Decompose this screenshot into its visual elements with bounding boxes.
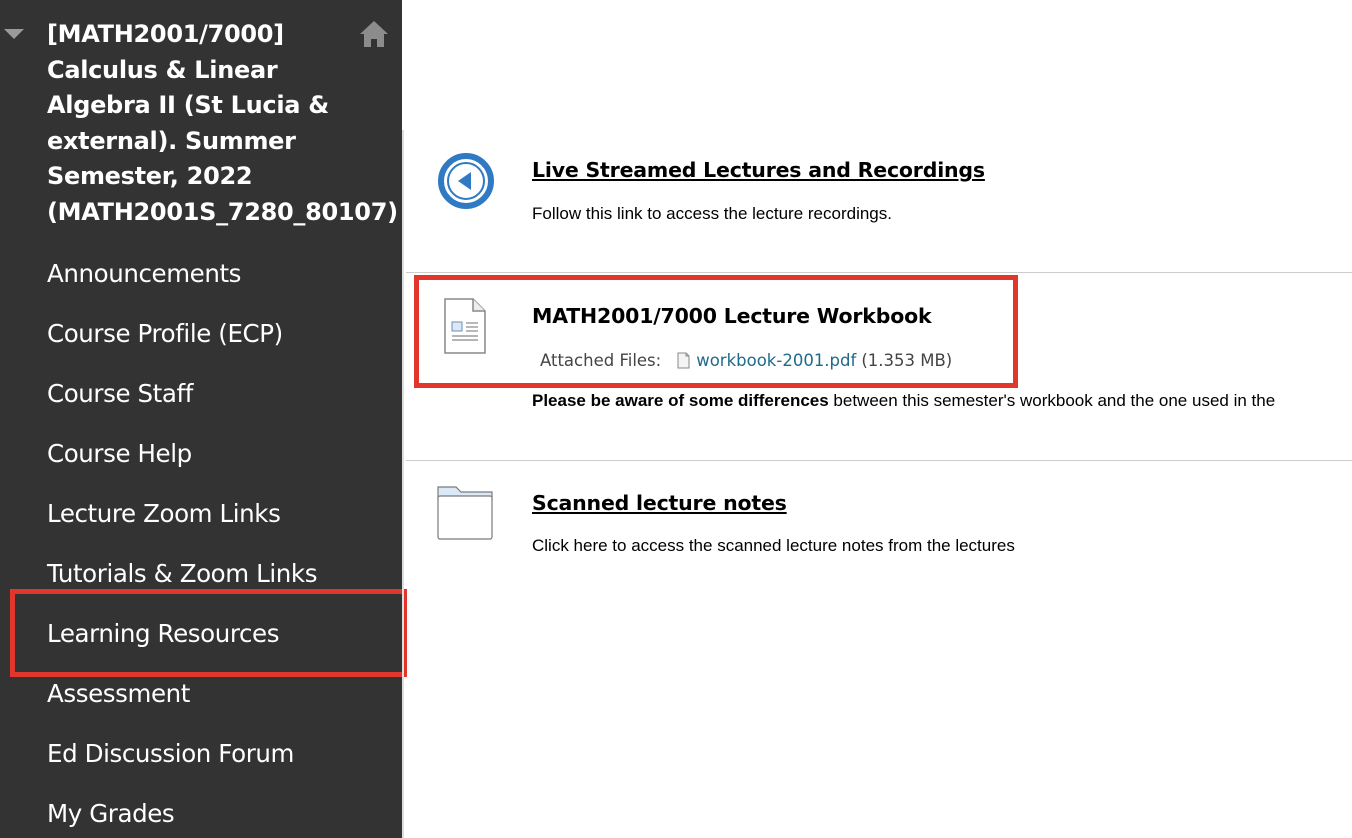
link-arrow-icon: [438, 153, 494, 209]
content-border: [402, 130, 404, 838]
file-size: (1.353 MB): [861, 351, 953, 370]
scanned-notes-link[interactable]: Scanned lecture notes: [532, 491, 787, 515]
menu-item-course-staff[interactable]: Course Staff: [0, 363, 402, 423]
workbook-title: MATH2001/7000 Lecture Workbook: [532, 304, 932, 328]
menu-item-announcements[interactable]: Announcements: [0, 243, 402, 303]
menu-item-tutorials-zoom-links[interactable]: Tutorials & Zoom Links: [0, 543, 402, 603]
item-divider: [406, 272, 1352, 273]
document-icon: [444, 298, 486, 354]
workbook-note-emphasis: Please be aware of some differences: [532, 391, 829, 410]
home-icon[interactable]: [358, 18, 390, 50]
live-lectures-link[interactable]: Live Streamed Lectures and Recordings: [532, 158, 985, 182]
workbook-note-rest: between this semester's workbook and the…: [828, 391, 1276, 410]
course-title[interactable]: [MATH2001/7000] Calculus & Linear Algebr…: [47, 17, 398, 231]
menu-item-my-grades[interactable]: My Grades: [0, 784, 402, 838]
workbook-highlight: [414, 275, 1018, 388]
item-divider: [406, 460, 1352, 461]
folder-icon: [437, 486, 493, 540]
course-menu: Announcements Course Profile (ECP) Cours…: [0, 243, 402, 838]
live-lectures-description: Follow this link to access the lecture r…: [532, 204, 892, 223]
menu-item-course-profile[interactable]: Course Profile (ECP): [0, 303, 402, 363]
course-sidebar: [MATH2001/7000] Calculus & Linear Algebr…: [0, 0, 402, 838]
menu-item-assessment[interactable]: Assessment: [0, 664, 402, 724]
attached-files-row: Attached Files: workbook-2001.pdf (1.353…: [540, 351, 952, 370]
scanned-notes-description: Click here to access the scanned lecture…: [532, 536, 1015, 555]
menu-item-course-help[interactable]: Course Help: [0, 423, 402, 483]
menu-item-learning-resources[interactable]: Learning Resources: [0, 604, 402, 664]
menu-item-lecture-zoom-links[interactable]: Lecture Zoom Links: [0, 483, 402, 543]
menu-item-ed-discussion-forum[interactable]: Ed Discussion Forum: [0, 724, 402, 784]
attached-files-label: Attached Files:: [540, 351, 662, 370]
workbook-note: Please be aware of some differences betw…: [532, 391, 1275, 411]
collapse-triangle-icon[interactable]: [4, 29, 24, 39]
workbook-file-link[interactable]: workbook-2001.pdf: [696, 351, 856, 370]
file-icon: [677, 352, 690, 369]
